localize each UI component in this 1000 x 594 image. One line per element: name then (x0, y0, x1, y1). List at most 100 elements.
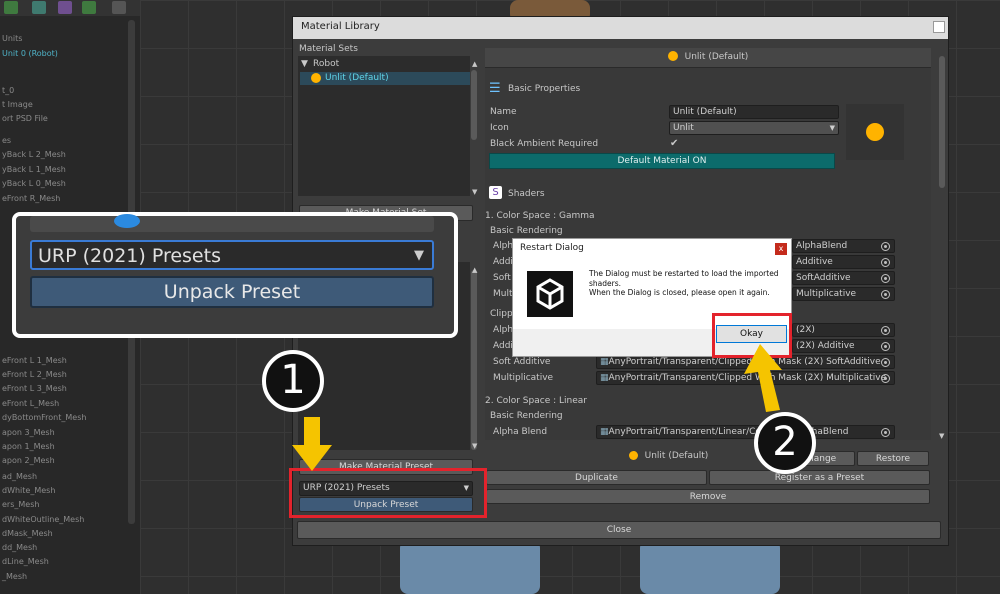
restore-button[interactable]: Restore (857, 451, 929, 466)
step-1-badge: 1 (262, 350, 324, 412)
basic-rendering-label: Basic Rendering (490, 226, 563, 236)
shader-row-label: Soft (493, 273, 511, 283)
icon-label: Icon (490, 123, 509, 133)
hierarchy-item[interactable]: dWhite_Mesh (2, 484, 55, 498)
tree-scrollbar[interactable] (471, 70, 477, 140)
multiplicative-label: Multiplicative (493, 373, 554, 383)
select-object-icon[interactable] (881, 374, 890, 383)
hierarchy-item[interactable]: apon 2_Mesh (2, 454, 55, 468)
hierarchy-item[interactable]: eFront L 1_Mesh (2, 354, 67, 368)
scroll-up-icon[interactable]: ▲ (472, 266, 477, 274)
tree-child-unlit[interactable]: Unlit (Default) (325, 73, 389, 83)
hierarchy-item[interactable]: eFront L 3_Mesh (2, 382, 67, 396)
hierarchy-item[interactable]: dLine_Mesh (2, 555, 49, 569)
alpha-blend-field[interactable]: ▦AnyPortrait/Transparent/Linear/Color (2… (596, 425, 895, 439)
properties-scrollbar[interactable] (939, 56, 945, 188)
tool-icon[interactable] (82, 1, 96, 14)
close-button[interactable]: Close (297, 521, 941, 539)
color-space-gamma: 1. Color Space : Gamma (485, 211, 595, 221)
material-header: Unlit (Default) (485, 48, 931, 68)
material-dot-icon (667, 51, 678, 61)
select-object-icon[interactable] (881, 242, 890, 251)
select-object-icon[interactable] (881, 342, 890, 351)
select-object-icon[interactable] (881, 428, 890, 437)
window-close-icon[interactable] (933, 21, 945, 33)
zoom-dropdown-value: URP (2021) Presets (38, 245, 221, 267)
hierarchy-item[interactable]: _Mesh (2, 570, 27, 584)
shader-field[interactable]: Additive (792, 255, 895, 269)
register-preset-button[interactable]: Register as a Preset (709, 470, 930, 485)
window-title: Material Library (301, 21, 380, 32)
shader-field[interactable]: SoftAdditive (792, 271, 895, 285)
basic-rendering-label-2: Basic Rendering (490, 411, 563, 421)
tool-icon[interactable] (32, 1, 46, 14)
hierarchy-item[interactable]: eFront R_Mesh (2, 192, 60, 206)
shader-field[interactable]: (2X) Additive (792, 339, 895, 353)
dialog-title: Restart Dialog (520, 243, 584, 253)
shader-field[interactable]: (2X) (792, 323, 895, 337)
hierarchy-item[interactable]: dMask_Mesh (2, 527, 53, 541)
select-object-icon[interactable] (881, 290, 890, 299)
select-object-icon[interactable] (881, 326, 890, 335)
dropdown-arrow-icon: ▼ (829, 124, 835, 132)
hierarchy-item[interactable]: t Image (2, 98, 33, 112)
highlight-box-presets (289, 468, 487, 518)
hierarchy-item[interactable]: dd_Mesh (2, 541, 37, 555)
hierarchy-item[interactable]: eFront L 2_Mesh (2, 368, 67, 382)
shader-field[interactable]: Multiplicative (792, 287, 895, 301)
dialog-message: The Dialog must be restarted to load the… (589, 269, 784, 298)
tree-expand-icon[interactable]: ▼ (301, 59, 308, 69)
zoom-button-icon (114, 214, 140, 228)
hierarchy-item[interactable]: dWhiteOutline_Mesh (2, 513, 84, 527)
step-2-badge: 2 (754, 412, 816, 474)
shader-file-icon: ▦ (600, 427, 609, 437)
hierarchy-item[interactable]: yBack L 0_Mesh (2, 177, 66, 191)
hierarchy-item[interactable]: Unit 0 (Robot) (2, 47, 58, 61)
hierarchy-toolbar (0, 0, 140, 16)
shaders-title: Shaders (508, 189, 545, 199)
scroll-down-icon[interactable]: ▼ (939, 432, 944, 440)
name-field[interactable]: Unlit (Default) (669, 105, 839, 119)
unity-logo-icon (527, 271, 573, 317)
hierarchy-item[interactable]: yBack L 1_Mesh (2, 163, 66, 177)
hierarchy-item[interactable]: ad_Mesh (2, 470, 37, 484)
tree-root-robot[interactable]: Robot (313, 59, 339, 69)
hierarchy-item[interactable]: apon 3_Mesh (2, 426, 55, 440)
select-object-icon[interactable] (881, 258, 890, 267)
black-ambient-checkbox[interactable]: ✔ (670, 138, 678, 149)
hierarchy-item[interactable]: Units (2, 32, 22, 46)
hierarchy-item[interactable]: dyBottomFront_Mesh (2, 411, 86, 425)
material-dot-icon (628, 451, 638, 460)
hierarchy-item[interactable]: eFront L_Mesh (2, 397, 59, 411)
hierarchy-item[interactable]: yBack L 2_Mesh (2, 148, 66, 162)
presets-scrollbar[interactable] (471, 270, 477, 450)
dialog-title-bar: Restart Dialog x (513, 239, 791, 259)
select-object-icon[interactable] (881, 274, 890, 283)
dropdown-arrow-icon: ▼ (414, 248, 424, 263)
shader-field[interactable]: AlphaBlend (792, 239, 895, 253)
icon-dropdown[interactable]: Unlit ▼ (669, 121, 839, 135)
shader-file-icon: ▦ (600, 357, 609, 367)
default-material-toggle[interactable]: Default Material ON (489, 153, 835, 169)
remove-button[interactable]: Remove (486, 489, 930, 504)
scroll-down-icon[interactable]: ▼ (472, 188, 477, 196)
scroll-down-icon[interactable]: ▼ (472, 442, 477, 450)
hierarchy-item[interactable]: ort PSD File (2, 112, 48, 126)
zoom-preset-dropdown[interactable]: URP (2021) Presets ▼ (30, 240, 434, 270)
tool-icon[interactable] (4, 1, 18, 14)
duplicate-button[interactable]: Duplicate (486, 470, 707, 485)
hierarchy-item[interactable]: t_0 (2, 84, 14, 98)
shader-file-icon: ▦ (600, 373, 609, 383)
shaders-icon: S (489, 186, 502, 199)
tool-icon[interactable] (112, 1, 126, 14)
hierarchy-item[interactable]: es (2, 134, 11, 148)
material-preview-icon (866, 123, 884, 141)
alpha-blend-label: Alpha Blend (493, 427, 548, 437)
dialog-close-icon[interactable]: x (775, 243, 787, 255)
scroll-up-icon[interactable]: ▲ (472, 60, 477, 68)
select-object-icon[interactable] (881, 358, 890, 367)
hierarchy-item[interactable]: apon 1_Mesh (2, 440, 55, 454)
hierarchy-item[interactable]: ers_Mesh (2, 498, 39, 512)
zoom-unpack-button[interactable]: Unpack Preset (30, 276, 434, 308)
tool-icon[interactable] (58, 1, 72, 14)
